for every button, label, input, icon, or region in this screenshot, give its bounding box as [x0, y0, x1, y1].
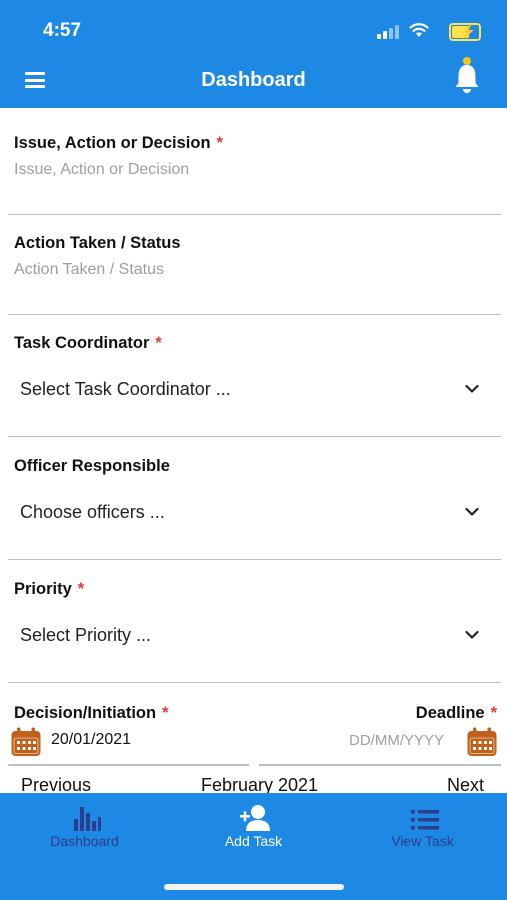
tab-add-task-label: Add Task	[224, 833, 283, 849]
tab-dashboard-label: Dashboard	[50, 833, 119, 849]
chevron-down-icon[interactable]	[465, 384, 479, 394]
chevron-down-icon[interactable]	[465, 507, 479, 517]
status-time: 4:57	[43, 20, 82, 41]
calendar-month-title: February 2021	[201, 775, 319, 794]
officer-responsible-field: Officer Responsible Choose officers ...	[8, 438, 501, 560]
tab-dashboard[interactable]: Dashboard	[0, 793, 169, 853]
required-marker: *	[77, 580, 85, 598]
task-coordinator-select[interactable]: Select Task Coordinator ...	[20, 379, 231, 400]
top-app-bar: 4:57 ⚡ Dashboard	[0, 0, 507, 108]
action-status-input[interactable]: Action Taken / Status	[14, 261, 164, 279]
decision-date-label: Decision/Initiation *	[14, 704, 169, 722]
list-icon	[411, 810, 439, 830]
calendar-icon[interactable]	[10, 726, 42, 758]
decision-date-input[interactable]: 20/01/2021	[51, 731, 131, 749]
add-user-icon	[240, 805, 270, 831]
issue-field: Issue, Action or Decision * Issue, Action…	[8, 108, 501, 215]
wifi-icon	[409, 23, 429, 37]
page-title: Dashboard	[201, 69, 306, 91]
task-coordinator-field: Task Coordinator * Select Task Coordinato…	[8, 316, 501, 437]
home-indicator	[164, 884, 344, 890]
action-status-label: Action Taken / Status	[14, 234, 181, 252]
status-icons: ⚡	[357, 22, 487, 41]
chevron-down-icon[interactable]	[465, 630, 479, 640]
tab-view-task-label: View Task	[391, 833, 454, 849]
priority-select[interactable]: Select Priority ...	[20, 625, 151, 646]
calendar-icon[interactable]	[466, 726, 498, 758]
priority-field: Priority * Select Priority ...	[8, 561, 501, 683]
officer-responsible-select[interactable]: Choose officers ...	[20, 502, 165, 523]
tab-add-task[interactable]: Add Task	[169, 793, 338, 853]
required-marker: *	[490, 704, 497, 722]
date-row: Decision/Initiation * 20/01/2021 Deadline…	[0, 698, 507, 768]
issue-input[interactable]: Issue, Action or Decision	[14, 161, 189, 179]
required-marker: *	[216, 134, 223, 152]
deadline-input[interactable]: DD/MM/YYYY	[349, 732, 444, 749]
required-marker: *	[155, 334, 162, 352]
charging-bolt-icon: ⚡	[459, 23, 477, 39]
deadline-label: Deadline *	[415, 704, 497, 722]
deadline-underline	[259, 764, 501, 766]
priority-label: Priority *	[14, 580, 85, 598]
action-status-field: Action Taken / Status Action Taken / Sta…	[8, 216, 501, 315]
notification-bell-icon[interactable]	[454, 56, 480, 96]
calendar-next-button[interactable]: Next	[447, 775, 484, 794]
task-coordinator-label: Task Coordinator *	[14, 334, 162, 352]
issue-label: Issue, Action or Decision *	[14, 134, 223, 152]
required-marker: *	[162, 704, 169, 722]
tab-view-task[interactable]: View Task	[338, 793, 507, 853]
battery-icon: ⚡	[449, 23, 481, 41]
calendar-navigation: Previous February 2021 Next	[0, 772, 507, 794]
cellular-signal-icon	[377, 25, 401, 39]
officer-responsible-label: Officer Responsible	[14, 457, 170, 475]
calendar-previous-button[interactable]: Previous	[21, 775, 91, 794]
bar-chart-icon	[74, 807, 101, 831]
decision-date-underline	[8, 764, 249, 766]
